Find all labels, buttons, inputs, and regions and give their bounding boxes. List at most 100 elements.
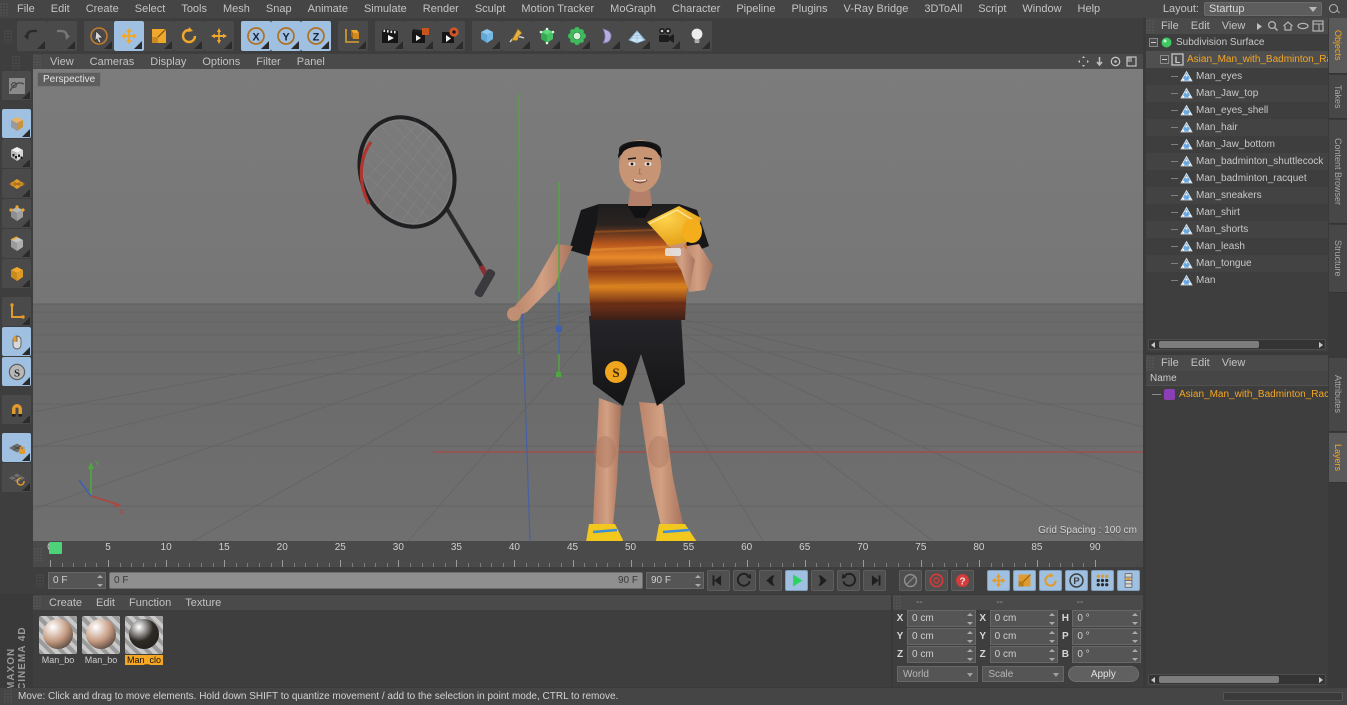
rotate-view-icon[interactable] bbox=[1109, 55, 1122, 68]
lock-y-axis-button[interactable]: Y bbox=[271, 21, 301, 51]
left-toolbar-gripper[interactable] bbox=[12, 56, 21, 69]
rotation-field[interactable]: 0 ° bbox=[1072, 610, 1142, 627]
autokeying-button[interactable] bbox=[925, 570, 948, 591]
timeline-playhead[interactable] bbox=[49, 542, 62, 554]
object-row[interactable]: Man_leash bbox=[1146, 238, 1328, 255]
object-row[interactable]: Man_sneakers bbox=[1146, 187, 1328, 204]
position-field-stepper[interactable] bbox=[966, 613, 973, 625]
transform-mode-dropdown[interactable]: Scale bbox=[982, 666, 1064, 682]
arrow-right-icon[interactable] bbox=[1255, 21, 1264, 32]
viewport-menu-cameras[interactable]: Cameras bbox=[82, 56, 143, 68]
material-item[interactable]: Man_bo bbox=[39, 616, 77, 665]
viewport-menu-options[interactable]: Options bbox=[194, 56, 248, 68]
panel-tab-objects[interactable]: Objects bbox=[1329, 18, 1347, 74]
menu-item-v-ray-bridge[interactable]: V-Ray Bridge bbox=[836, 0, 917, 18]
animation-toolbar-gripper[interactable] bbox=[36, 574, 45, 587]
panel-tab-takes[interactable]: Takes bbox=[1329, 75, 1347, 119]
preview-range-bar[interactable]: 0 F 90 F bbox=[109, 572, 643, 589]
scroll-left-icon[interactable] bbox=[1149, 340, 1158, 349]
render-settings-button[interactable] bbox=[435, 21, 465, 51]
mograph-button[interactable] bbox=[562, 21, 592, 51]
point-mode-button[interactable] bbox=[2, 199, 31, 228]
lock-z-axis-button[interactable]: Z bbox=[301, 21, 331, 51]
zoom-icon[interactable] bbox=[1093, 55, 1106, 68]
object-menu-edit[interactable]: Edit bbox=[1185, 20, 1216, 32]
scale-tool-button[interactable] bbox=[144, 21, 174, 51]
viewport-menu-filter[interactable]: Filter bbox=[248, 56, 288, 68]
undo-button[interactable] bbox=[17, 21, 47, 51]
next-key-button[interactable] bbox=[837, 570, 860, 591]
object-row[interactable]: Man_badminton_racquet bbox=[1146, 170, 1328, 187]
enable-axis-button[interactable]: S bbox=[2, 357, 31, 386]
position-field-stepper[interactable] bbox=[966, 649, 973, 661]
light-button[interactable] bbox=[682, 21, 712, 51]
layout-icon[interactable] bbox=[1312, 20, 1324, 32]
menu-item-render[interactable]: Render bbox=[415, 0, 467, 18]
menu-item-edit[interactable]: Edit bbox=[43, 0, 78, 18]
menu-item-character[interactable]: Character bbox=[664, 0, 728, 18]
magnet-button[interactable] bbox=[2, 395, 31, 424]
layer-menu-view[interactable]: View bbox=[1216, 357, 1252, 369]
object-tree[interactable]: Subdivision Surface L Asian_Man_with_Badmi… bbox=[1146, 34, 1328, 334]
layer-row[interactable]: Asian_Man_with_Badminton_Rack bbox=[1146, 386, 1328, 403]
expand-collapse-toggle[interactable] bbox=[1149, 38, 1158, 47]
object-row[interactable]: Man_eyes bbox=[1146, 68, 1328, 85]
panel-tab-attributes[interactable]: Attributes bbox=[1329, 358, 1347, 432]
menu-item-motion-tracker[interactable]: Motion Tracker bbox=[513, 0, 602, 18]
menu-item-select[interactable]: Select bbox=[127, 0, 174, 18]
material-menu-edit[interactable]: Edit bbox=[89, 597, 122, 609]
size-field[interactable]: 0 cm bbox=[989, 628, 1059, 645]
menu-item-animate[interactable]: Animate bbox=[300, 0, 356, 18]
object-row[interactable]: Man bbox=[1146, 272, 1328, 289]
object-row[interactable]: Man_tongue bbox=[1146, 255, 1328, 272]
workplane-button[interactable] bbox=[2, 463, 31, 492]
lock-x-axis-button[interactable]: X bbox=[241, 21, 271, 51]
move-axis-button[interactable] bbox=[204, 21, 234, 51]
object-tree-hscrollbar[interactable] bbox=[1148, 339, 1326, 350]
size-field[interactable]: 0 cm bbox=[989, 646, 1059, 663]
scroll-right-icon[interactable] bbox=[1316, 675, 1325, 684]
frame-stepper[interactable] bbox=[97, 575, 103, 587]
scroll-left-icon[interactable] bbox=[1149, 675, 1158, 684]
spline-pen-button[interactable] bbox=[502, 21, 532, 51]
play-button[interactable] bbox=[785, 570, 808, 591]
panel-tab-content-browser[interactable]: Content Browser bbox=[1329, 120, 1347, 224]
edge-mode-button[interactable] bbox=[2, 229, 31, 258]
material-menu-create[interactable]: Create bbox=[42, 597, 89, 609]
rotation-field-stepper[interactable] bbox=[1132, 631, 1139, 643]
generator-button[interactable] bbox=[532, 21, 562, 51]
menu-item-snap[interactable]: Snap bbox=[258, 0, 300, 18]
record-active-objects-button[interactable] bbox=[899, 570, 922, 591]
coordinate-system-dropdown[interactable]: World bbox=[897, 666, 979, 682]
rotation-field[interactable]: 0 ° bbox=[1072, 646, 1142, 663]
end-frame-field[interactable]: 90 F bbox=[646, 572, 704, 589]
viewport-menu-panel[interactable]: Panel bbox=[289, 56, 333, 68]
menu-item-help[interactable]: Help bbox=[1070, 0, 1109, 18]
expand-collapse-toggle[interactable] bbox=[1160, 55, 1169, 64]
scroll-thumb[interactable] bbox=[1159, 676, 1279, 683]
object-manager-gripper[interactable] bbox=[1146, 19, 1155, 33]
timeline-ruler[interactable]: 051015202530354045505560657075808590 bbox=[33, 541, 1143, 567]
search-icon[interactable] bbox=[1327, 2, 1341, 16]
primitive-cube-button[interactable] bbox=[472, 21, 502, 51]
menu-item-mograph[interactable]: MoGraph bbox=[602, 0, 664, 18]
step-back-button[interactable] bbox=[759, 570, 782, 591]
current-frame-field[interactable]: 0 F bbox=[48, 572, 106, 589]
rotation-key-button[interactable] bbox=[1039, 570, 1062, 591]
scroll-right-icon[interactable] bbox=[1316, 340, 1325, 349]
layer-color-swatch[interactable] bbox=[1164, 389, 1175, 400]
material-menu-texture[interactable]: Texture bbox=[178, 597, 228, 609]
object-row[interactable]: Man_shorts bbox=[1146, 221, 1328, 238]
parameter-key-button[interactable]: P bbox=[1065, 570, 1088, 591]
render-view-button[interactable] bbox=[375, 21, 405, 51]
size-field-stepper[interactable] bbox=[1049, 631, 1056, 643]
scale-key-button[interactable] bbox=[1013, 570, 1036, 591]
scroll-thumb[interactable] bbox=[1159, 341, 1259, 348]
material-menu-function[interactable]: Function bbox=[122, 597, 178, 609]
panel-tab-structure[interactable]: Structure bbox=[1329, 225, 1347, 293]
layer-menu-file[interactable]: File bbox=[1155, 357, 1185, 369]
material-item[interactable]: Man_clo bbox=[125, 616, 163, 665]
axis-modification-button[interactable] bbox=[2, 297, 31, 326]
object-row[interactable]: Man_shirt bbox=[1146, 204, 1328, 221]
menu-item-sculpt[interactable]: Sculpt bbox=[467, 0, 514, 18]
